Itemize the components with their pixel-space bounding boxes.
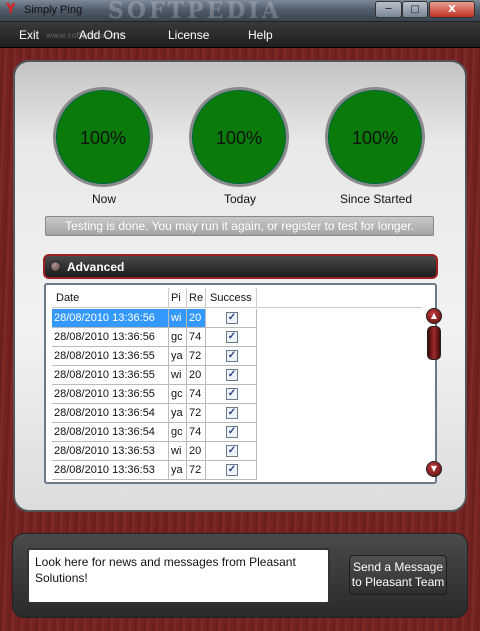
cell-re: 20 (187, 366, 206, 385)
table-row[interactable]: 28/08/2010 13:36:53 ya 72 ✓ (52, 461, 418, 480)
cell-re: 74 (187, 423, 206, 442)
results-table[interactable]: Date Pi Re Success 28/08/2010 13:36:56 wi… (44, 283, 437, 484)
cell-success: ✓ (206, 366, 257, 385)
column-header-date[interactable]: Date (52, 288, 169, 308)
cell-ping: gc (169, 328, 187, 347)
watermark: SOFTPEDIA (108, 0, 282, 24)
scroll-down-button[interactable]: ▼ (426, 461, 442, 477)
table-row[interactable]: 28/08/2010 13:36:55 gc 74 ✓ (52, 385, 418, 404)
cell-re: 74 (187, 385, 206, 404)
gauge-now-label: Now (91, 192, 116, 206)
table-row[interactable]: 28/08/2010 13:36:54 gc 74 ✓ (52, 423, 418, 442)
success-checkbox[interactable]: ✓ (226, 369, 238, 381)
cell-date: 28/08/2010 13:36:54 (52, 404, 169, 423)
gauge-now-value: 100% (79, 128, 127, 148)
cell-success: ✓ (206, 461, 257, 480)
send-message-button[interactable]: Send a Message to Pleasant Team (349, 555, 447, 595)
news-box: Look here for news and messages from Ple… (27, 548, 330, 604)
cell-re: 20 (187, 442, 206, 461)
cell-ping: wi (169, 366, 187, 385)
table-row[interactable]: 28/08/2010 13:36:56 gc 74 ✓ (52, 328, 418, 347)
menu-bar: Exit www.softpedia.com Add Ons License H… (0, 22, 480, 48)
cell-success: ✓ (206, 385, 257, 404)
cell-ping: ya (169, 347, 187, 366)
cell-ping: gc (169, 385, 187, 404)
menu-exit[interactable]: Exit (19, 28, 39, 42)
scrollbar-thumb[interactable] (427, 326, 441, 360)
minimize-button[interactable]: ─ (375, 1, 402, 18)
advanced-toggle[interactable]: Advanced (43, 254, 438, 279)
cell-date: 28/08/2010 13:36:56 (52, 309, 169, 328)
column-header-success[interactable]: Success (206, 288, 257, 308)
cell-ping: wi (169, 442, 187, 461)
cell-re: 74 (187, 328, 206, 347)
cell-re: 72 (187, 347, 206, 366)
scroll-up-button[interactable]: ▲ (426, 308, 442, 324)
cell-date: 28/08/2010 13:36:54 (52, 423, 169, 442)
success-checkbox[interactable]: ✓ (226, 407, 238, 419)
cell-ping: wi (169, 309, 187, 328)
cell-date: 28/08/2010 13:36:53 (52, 461, 169, 480)
column-header-ping[interactable]: Pi (169, 288, 187, 308)
app-icon: Y (6, 2, 16, 17)
cell-re: 20 (187, 309, 206, 328)
cell-ping: ya (169, 461, 187, 480)
cell-date: 28/08/2010 13:36:55 (52, 385, 169, 404)
gauge-since-started: 100% (325, 87, 425, 187)
maximize-button[interactable]: □ (402, 1, 428, 18)
gauge-since-started-value: 100% (351, 128, 399, 148)
column-header-re[interactable]: Re (187, 288, 206, 308)
success-checkbox[interactable]: ✓ (226, 426, 238, 438)
gauge-today-value: 100% (215, 128, 263, 148)
success-checkbox[interactable]: ✓ (226, 312, 238, 324)
cell-success: ✓ (206, 347, 257, 366)
close-button[interactable]: X (429, 1, 475, 18)
success-checkbox[interactable]: ✓ (226, 331, 238, 343)
table-row[interactable]: 28/08/2010 13:36:55 ya 72 ✓ (52, 347, 418, 366)
table-row[interactable]: 28/08/2010 13:36:55 wi 20 ✓ (52, 366, 418, 385)
gauge-today: 100% (189, 87, 289, 187)
cell-success: ✓ (206, 328, 257, 347)
table-row[interactable]: 28/08/2010 13:36:53 wi 20 ✓ (52, 442, 418, 461)
cell-ping: ya (169, 404, 187, 423)
cell-success: ✓ (206, 404, 257, 423)
cell-date: 28/08/2010 13:36:53 (52, 442, 169, 461)
cell-success: ✓ (206, 423, 257, 442)
cell-success: ✓ (206, 442, 257, 461)
cell-date: 28/08/2010 13:36:56 (52, 328, 169, 347)
window-title: Simply Ping (24, 4, 83, 16)
expand-dot-icon (50, 261, 61, 272)
gauge-today-label: Today (223, 192, 257, 206)
success-checkbox[interactable]: ✓ (226, 350, 238, 362)
title-bar: Y Simply Ping SOFTPEDIA ─ □ X (0, 0, 480, 24)
cell-re: 72 (187, 461, 206, 480)
menu-add-ons[interactable]: Add Ons (79, 28, 126, 42)
success-checkbox[interactable]: ✓ (226, 445, 238, 457)
status-message: Testing is done. You may run it again, o… (45, 216, 434, 236)
gauge-since-started-label: Since Started (339, 192, 413, 206)
cell-ping: gc (169, 423, 187, 442)
cell-date: 28/08/2010 13:36:55 (52, 347, 169, 366)
gauge-now: 100% (53, 87, 153, 187)
cell-re: 72 (187, 404, 206, 423)
cell-success: ✓ (206, 309, 257, 328)
success-checkbox[interactable]: ✓ (226, 388, 238, 400)
advanced-label: Advanced (67, 260, 125, 274)
cell-date: 28/08/2010 13:36:55 (52, 366, 169, 385)
table-row[interactable]: 28/08/2010 13:36:54 ya 72 ✓ (52, 404, 418, 423)
menu-license[interactable]: License (168, 28, 209, 42)
column-header-filler (257, 288, 422, 308)
table-row[interactable]: 28/08/2010 13:36:56 wi 20 ✓ (52, 309, 418, 328)
menu-help[interactable]: Help (248, 28, 273, 42)
success-checkbox[interactable]: ✓ (226, 464, 238, 476)
